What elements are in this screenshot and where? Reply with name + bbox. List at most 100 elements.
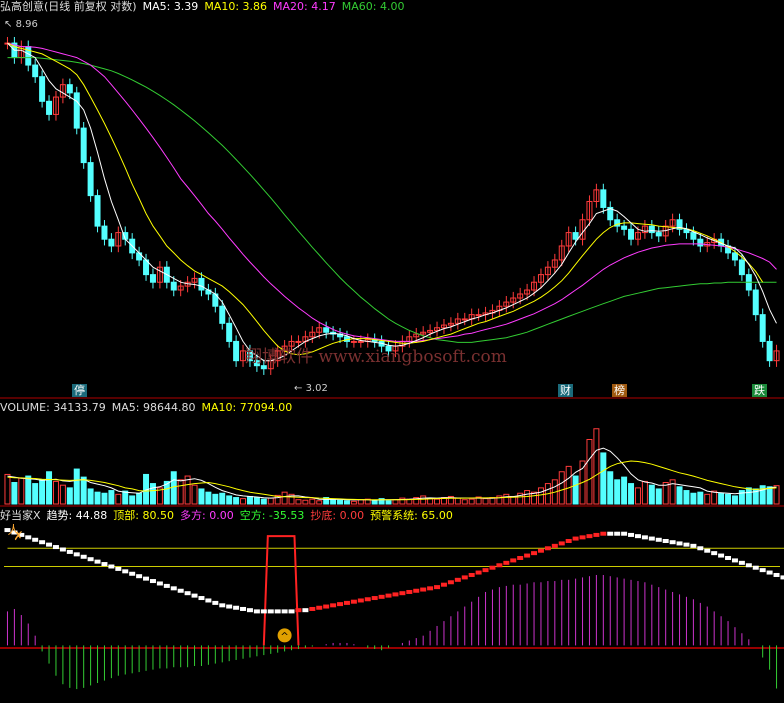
marker-ranking: 榜 [612, 384, 627, 397]
trend-segment [434, 585, 441, 590]
trend-segment [544, 546, 551, 551]
trend-segment [496, 563, 503, 568]
buy-signal-glyph: ^ [280, 631, 288, 642]
trend-segment [447, 580, 454, 585]
volume-bar [136, 492, 143, 505]
trend-segment [80, 554, 87, 559]
trend-segment [420, 587, 427, 592]
volume-bar [628, 483, 635, 505]
volume-bar [87, 488, 94, 505]
trend-segment [337, 602, 344, 607]
candle-body [198, 277, 205, 291]
volume-bar [198, 488, 205, 505]
trend-segment [122, 569, 129, 574]
volume-bar [766, 486, 773, 505]
ma60-label: MA60: 4.00 [342, 0, 405, 13]
trend-segment [108, 564, 115, 569]
volume-bar [233, 497, 240, 505]
trend-segment [274, 609, 281, 614]
volume-bar [149, 483, 156, 505]
trend-segment [524, 553, 531, 558]
trend-segment [482, 568, 489, 573]
bottom-key: 抄底: [310, 509, 337, 522]
volume-bar [330, 499, 337, 505]
trend-segment [579, 535, 586, 540]
trend-segment [73, 552, 80, 557]
trend-segment [461, 575, 468, 580]
high-price-mark: ↖ 8.96 [4, 19, 38, 30]
ma10-value: 3.86 [242, 0, 268, 13]
candle-body [461, 318, 468, 321]
candle-body [752, 289, 759, 316]
candle-body [170, 281, 177, 291]
trend-segment [725, 555, 732, 560]
candle-body [628, 228, 635, 240]
volume-bar [607, 471, 614, 505]
trend-segment [704, 548, 711, 553]
trend-segment [752, 565, 759, 570]
volume-bar [59, 484, 66, 505]
trend-segment [163, 583, 170, 588]
volume-bar [614, 479, 621, 505]
trend-segment [191, 593, 198, 598]
candle-body [108, 238, 115, 247]
trend-segment [440, 582, 447, 587]
volume-legend: VOLUME: 34133.79 MA5: 98644.80 MA10: 77094… [0, 401, 298, 415]
trend-segment [323, 604, 330, 609]
volume-bar [704, 493, 711, 505]
stock-title: 弘高创意(日线 前复权 对数) [0, 0, 137, 13]
candle-body [600, 189, 607, 208]
trend-segment [94, 559, 101, 564]
marker-halt: 停 [72, 384, 87, 397]
trend-segment [177, 588, 184, 593]
volume-bar [219, 492, 226, 505]
volume-bar [482, 498, 489, 505]
volume-bar [683, 490, 690, 505]
volume-bar [690, 492, 697, 505]
trend-segment [281, 609, 288, 614]
candle-body [731, 252, 738, 261]
trend-segment [669, 540, 676, 545]
volume-bar [600, 452, 607, 505]
volume-bar [101, 492, 108, 505]
volume-bar [73, 468, 80, 505]
trend-segment [267, 609, 274, 614]
trend-segment [66, 549, 73, 554]
trend-segment [628, 532, 635, 537]
volume-bar [641, 480, 648, 505]
volume-bar [52, 480, 59, 505]
volume-key: VOLUME: [0, 401, 50, 414]
trend-segment [330, 603, 337, 608]
ma10-line [7, 42, 764, 356]
high-price-value: 8.96 [15, 19, 38, 30]
trend-segment [343, 600, 350, 605]
volume-bar [46, 471, 53, 505]
trend-segment [572, 536, 579, 541]
trend-segment [558, 541, 565, 546]
ma20-label: MA20: 4.17 [273, 0, 336, 13]
candle-body [80, 127, 87, 164]
trend-segment [371, 596, 378, 601]
top-value: 80.50 [142, 509, 174, 522]
candle-body [323, 327, 330, 333]
volume-bar [586, 439, 593, 505]
candle-body [149, 274, 156, 283]
trend-segment [766, 570, 773, 575]
trend-segment [87, 557, 94, 562]
volume-bar [25, 475, 32, 505]
peak-marker-icon: ✗ [13, 529, 23, 543]
indicator-layer: ^人✗ [4, 523, 784, 690]
ma60-line [7, 57, 777, 343]
volume-bar [32, 483, 39, 505]
trend-segment [392, 592, 399, 597]
trend-segment [309, 606, 316, 611]
volume-bar [309, 498, 316, 505]
candle-body [46, 100, 53, 115]
vol-ma5-key: MA5: [111, 401, 140, 414]
panel-borders [0, 397, 784, 649]
trend-segment [738, 560, 745, 565]
trend-segment [655, 537, 662, 542]
trend-segment [427, 586, 434, 591]
volume-bar [725, 493, 732, 505]
candle-body [219, 305, 226, 324]
